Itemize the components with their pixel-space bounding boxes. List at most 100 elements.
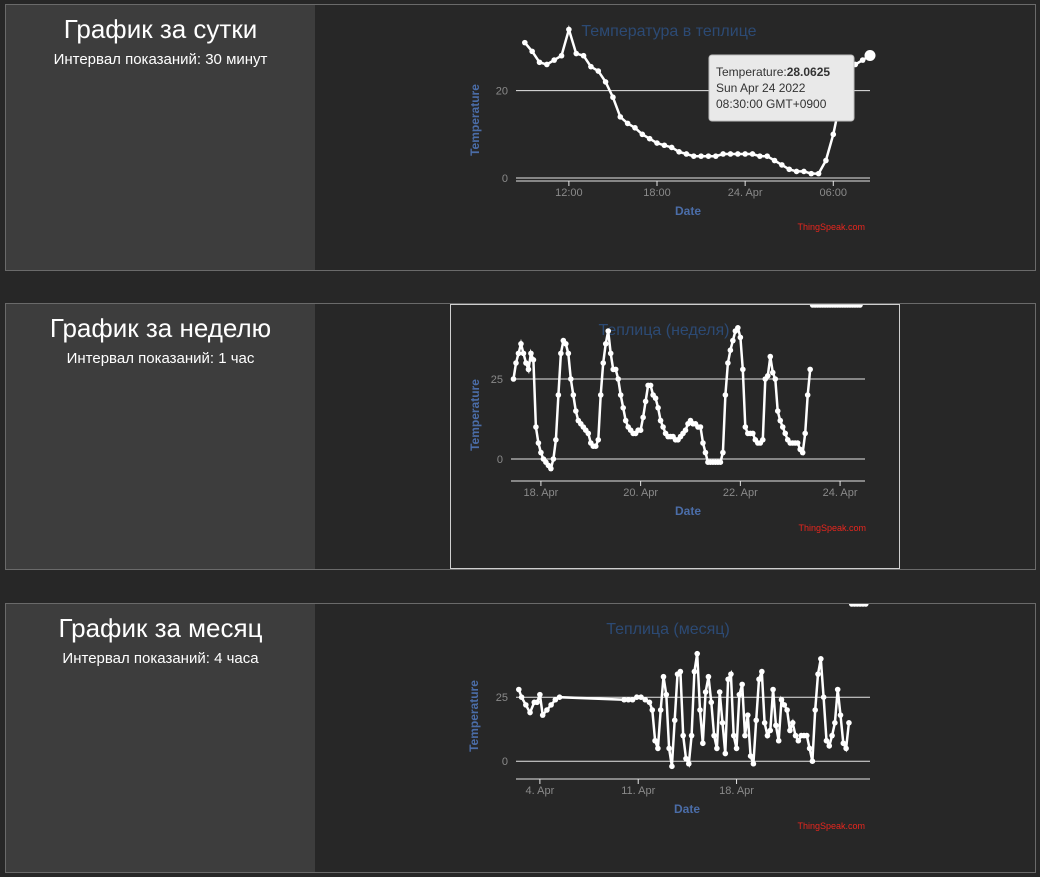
weekly-chart[interactable]: Теплица (неделя) Temperature Date ThingS… bbox=[451, 305, 899, 568]
tooltip-line-1: Temperature:28.0625 bbox=[716, 65, 830, 79]
data-point bbox=[719, 720, 726, 726]
y-tick-label: 0 bbox=[497, 454, 503, 466]
data-point bbox=[744, 712, 751, 718]
data-point bbox=[690, 153, 697, 159]
data-point bbox=[573, 50, 580, 57]
y-axis-label: Temperature bbox=[468, 84, 482, 156]
data-point bbox=[818, 656, 824, 662]
data-point bbox=[588, 63, 594, 70]
data-point bbox=[523, 702, 529, 708]
data-point bbox=[716, 689, 723, 695]
data-point bbox=[647, 382, 654, 389]
data-point bbox=[747, 753, 754, 759]
data-point bbox=[725, 360, 731, 366]
chart-title: Температура в теплице bbox=[581, 23, 756, 40]
data-point bbox=[535, 440, 542, 446]
data-point bbox=[534, 699, 540, 706]
data-point bbox=[705, 153, 712, 159]
data-point bbox=[784, 707, 790, 713]
data-point bbox=[735, 151, 741, 157]
data-point bbox=[779, 424, 786, 430]
data-point bbox=[739, 681, 745, 688]
data-point bbox=[774, 408, 781, 414]
weekly-sidebar: График за неделю Интервал показаний: 1 ч… bbox=[6, 304, 315, 569]
data-point bbox=[602, 79, 609, 85]
x-tick-label: 18. Apr bbox=[719, 785, 754, 797]
data-point bbox=[727, 347, 734, 353]
daily-sidebar: График за сутки Интервал показаний: 30 м… bbox=[6, 5, 315, 270]
data-point bbox=[529, 48, 535, 55]
data-point bbox=[585, 430, 592, 437]
x-axis-label: Date bbox=[675, 204, 701, 218]
data-point bbox=[771, 157, 778, 164]
data-point bbox=[663, 691, 670, 698]
data-point bbox=[652, 737, 658, 744]
data-point bbox=[700, 440, 706, 446]
data-point bbox=[700, 740, 706, 747]
data-point bbox=[657, 707, 664, 713]
data-point bbox=[580, 52, 587, 59]
series-line bbox=[517, 653, 851, 768]
data-point bbox=[742, 732, 748, 739]
data-point bbox=[632, 124, 638, 131]
data-point bbox=[750, 760, 757, 767]
data-point bbox=[539, 712, 546, 718]
data-point bbox=[522, 39, 528, 46]
data-point bbox=[666, 745, 672, 752]
daily-chart[interactable]: Температура в теплице Temperature Date T… bbox=[450, 5, 900, 270]
data-point bbox=[711, 732, 717, 739]
x-tick-label: 4. Apr bbox=[526, 785, 555, 797]
data-point bbox=[544, 61, 550, 68]
data-point bbox=[655, 745, 661, 752]
monthly-chart[interactable]: Теплица (месяц) Temperature Date ThingSp… bbox=[450, 604, 900, 872]
daily-subheading: Интервал показаний: 30 минут bbox=[53, 51, 268, 68]
data-point bbox=[730, 337, 736, 344]
data-point bbox=[843, 745, 849, 752]
data-point bbox=[705, 673, 712, 680]
data-point bbox=[834, 686, 841, 693]
data-point bbox=[697, 707, 703, 713]
data-point bbox=[544, 707, 550, 713]
series-line bbox=[512, 325, 812, 472]
data-point bbox=[823, 157, 829, 164]
data-point bbox=[528, 350, 534, 357]
data-point bbox=[804, 392, 811, 398]
data-point bbox=[691, 668, 698, 675]
data-point bbox=[520, 350, 527, 357]
data-point bbox=[777, 417, 784, 424]
data-point bbox=[697, 424, 704, 430]
data-point bbox=[568, 376, 574, 382]
y-axis-label: Temperature bbox=[467, 680, 481, 752]
data-point bbox=[812, 707, 819, 713]
data-point bbox=[714, 745, 720, 752]
data-point bbox=[775, 737, 782, 744]
credit-link[interactable]: ThingSpeak.com bbox=[797, 821, 865, 831]
data-point bbox=[807, 366, 813, 373]
data-point bbox=[652, 395, 659, 401]
data-point bbox=[612, 366, 619, 373]
credit-link[interactable]: ThingSpeak.com bbox=[797, 222, 865, 232]
data-point bbox=[523, 360, 529, 366]
data-point bbox=[815, 671, 821, 677]
data-point bbox=[646, 699, 653, 706]
credit-link[interactable]: ThingSpeak.com bbox=[798, 523, 866, 533]
data-point bbox=[759, 437, 766, 443]
weekly-panel: График за неделю Интервал показаний: 1 ч… bbox=[5, 303, 1036, 570]
data-point bbox=[639, 131, 646, 138]
data-point bbox=[725, 676, 731, 683]
data-point bbox=[510, 376, 517, 382]
tooltip-line-2: Sun Apr 24 2022 bbox=[716, 81, 806, 95]
data-point bbox=[728, 671, 734, 677]
data-point bbox=[769, 369, 776, 376]
x-axis-label: Date bbox=[674, 802, 700, 816]
data-point bbox=[809, 758, 816, 764]
data-point bbox=[624, 120, 631, 127]
y-tick-label: 25 bbox=[491, 374, 503, 386]
data-point bbox=[617, 114, 624, 120]
data-point bbox=[740, 366, 746, 373]
monthly-chart-container: Теплица (месяц) Temperature Date ThingSp… bbox=[450, 604, 900, 872]
data-point bbox=[792, 732, 799, 739]
monthly-heading: График за месяц bbox=[58, 613, 263, 643]
data-point bbox=[595, 68, 602, 74]
data-point bbox=[736, 691, 743, 698]
